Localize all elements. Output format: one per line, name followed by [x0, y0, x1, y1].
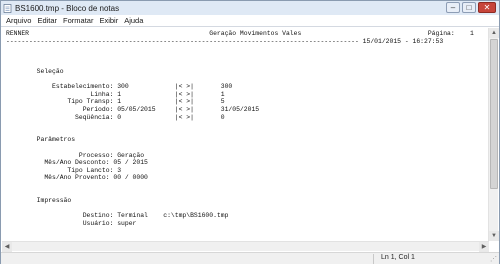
- window-controls: – □ ✕: [446, 2, 496, 13]
- document-line: Usuário: super: [6, 219, 137, 227]
- document-line: Destino: Terminal c:\tmp\BS1600.tmp: [6, 212, 229, 220]
- document-line: Tipo Transp: 1 |< >| 5: [6, 98, 225, 106]
- menu-exibir[interactable]: Exibir: [96, 16, 121, 25]
- scroll-up-icon[interactable]: ▲: [489, 28, 499, 38]
- document-line: Processo: Geração: [6, 151, 145, 159]
- notepad-icon: [3, 3, 12, 13]
- document-line: Parâmetros: [6, 136, 76, 144]
- close-icon[interactable]: ✕: [478, 2, 496, 13]
- menu-formatar[interactable]: Formatar: [60, 16, 96, 25]
- document-line: Mês/Ano Provento: 00 / 0000: [6, 174, 148, 182]
- document-line: Linha: 1 |< >| 1: [6, 90, 225, 98]
- text-editor-area[interactable]: RENNER Geração Movimentos Vales Página: …: [2, 28, 489, 241]
- cursor-position: Ln 1, Col 1: [381, 254, 415, 261]
- scroll-down-icon[interactable]: ▼: [489, 231, 499, 241]
- window-title: BS1600.tmp - Bloco de notas: [15, 3, 120, 13]
- document-line: Seqüência: 0 |< >| 0: [6, 113, 225, 121]
- document-line: Impressão: [6, 197, 72, 205]
- menu-ajuda[interactable]: Ajuda: [121, 16, 146, 25]
- document-text[interactable]: RENNER Geração Movimentos Vales Página: …: [6, 30, 489, 241]
- document-line: RENNER Geração Movimentos Vales Página: …: [6, 30, 474, 37]
- menu-bar: Arquivo Editar Formatar Exibir Ajuda: [1, 15, 499, 27]
- scroll-left-icon[interactable]: ◀: [2, 242, 12, 252]
- status-bar: Ln 1, Col 1 ⋰: [1, 252, 499, 264]
- document-line: ----------------------------------------…: [6, 37, 444, 45]
- document-line: Estabelecimento: 300 |< >| 300: [6, 83, 233, 91]
- status-separator: [373, 254, 374, 264]
- vertical-scroll-thumb[interactable]: [490, 39, 498, 189]
- vertical-scrollbar[interactable]: ▲ ▼: [488, 28, 499, 241]
- menu-editar[interactable]: Editar: [34, 16, 60, 25]
- document-line: Tipo Lancto: 3: [6, 166, 122, 174]
- document-line: Período: 05/05/2015 |< >| 31/05/2015: [6, 105, 260, 113]
- minimize-icon[interactable]: –: [446, 2, 460, 13]
- scroll-right-icon[interactable]: ▶: [479, 242, 489, 252]
- horizontal-scrollbar[interactable]: ◀ ▶: [2, 241, 489, 252]
- document-line: Mês/Ano Desconto: 05 / 2015: [6, 159, 148, 167]
- maximize-icon[interactable]: □: [462, 2, 476, 13]
- menu-arquivo[interactable]: Arquivo: [3, 16, 34, 25]
- notepad-window: BS1600.tmp - Bloco de notas – □ ✕ Arquiv…: [0, 0, 500, 264]
- resize-grip-icon[interactable]: ⋰: [490, 255, 497, 263]
- title-bar[interactable]: BS1600.tmp - Bloco de notas – □ ✕: [1, 1, 499, 15]
- document-line: Seleção: [6, 67, 64, 75]
